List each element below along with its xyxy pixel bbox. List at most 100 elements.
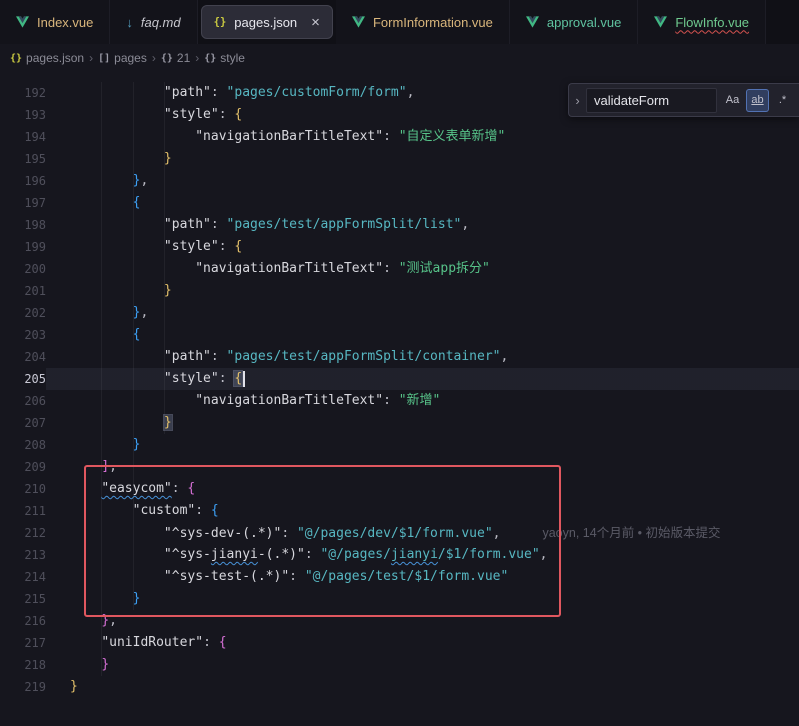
code-line-206[interactable]: 206 "navigationBarTitleText": "新增" bbox=[0, 390, 799, 412]
fold-column bbox=[46, 368, 70, 390]
code-text: }, bbox=[70, 170, 148, 192]
token bbox=[70, 591, 133, 606]
fold-column bbox=[46, 346, 70, 368]
json-file-icon: {} bbox=[10, 53, 22, 64]
token: , bbox=[407, 85, 415, 100]
code-line-214[interactable]: 214 "^sys-test-(.*)": "@/pages/test/$1/f… bbox=[0, 566, 799, 588]
tab-index-vue[interactable]: Index.vue bbox=[0, 0, 110, 44]
token: : bbox=[211, 85, 227, 100]
text-cursor bbox=[243, 371, 245, 387]
editor[interactable]: 192 "path": "pages/customForm/form",193 … bbox=[0, 72, 799, 726]
json-icon: {} bbox=[214, 16, 227, 28]
tab-pages-json[interactable]: {}pages.json× bbox=[201, 5, 333, 39]
code-line-210[interactable]: 210 "easycom": { bbox=[0, 478, 799, 500]
code-line-199[interactable]: 199 "style": { bbox=[0, 236, 799, 258]
line-number: 211 bbox=[0, 500, 46, 522]
vue-icon bbox=[526, 16, 539, 28]
tab-approval-vue[interactable]: approval.vue bbox=[510, 0, 638, 44]
token bbox=[70, 283, 164, 298]
code-line-194[interactable]: 194 "navigationBarTitleText": "自定义表单新增" bbox=[0, 126, 799, 148]
code-line-217[interactable]: 217 "uniIdRouter": { bbox=[0, 632, 799, 654]
find-input[interactable] bbox=[586, 88, 717, 113]
tab-forminformation-vue[interactable]: FormInformation.vue bbox=[336, 0, 510, 44]
breadcrumb-item-style[interactable]: {}style bbox=[204, 51, 245, 65]
breadcrumb-separator: › bbox=[152, 51, 156, 65]
code-text: } bbox=[70, 280, 172, 302]
tab-label: faq.md bbox=[141, 15, 181, 30]
token: { bbox=[187, 481, 195, 496]
match-case-toggle-icon[interactable]: Aa bbox=[721, 89, 744, 112]
token: : bbox=[383, 261, 399, 276]
token: ] bbox=[101, 459, 109, 474]
code-line-198[interactable]: 198 "path": "pages/test/appFormSplit/lis… bbox=[0, 214, 799, 236]
code-line-205[interactable]: 205 "style": { bbox=[0, 368, 799, 390]
code-text: } bbox=[70, 654, 109, 676]
code-line-196[interactable]: 196 }, bbox=[0, 170, 799, 192]
code-line-200[interactable]: 200 "navigationBarTitleText": "测试app拆分" bbox=[0, 258, 799, 280]
close-icon[interactable]: × bbox=[311, 15, 320, 30]
code-line-209[interactable]: 209 ], bbox=[0, 456, 799, 478]
token: "@/pages/dev/$1/form.vue" bbox=[297, 526, 493, 541]
tab-faq-md[interactable]: ↓faq.md bbox=[110, 0, 197, 44]
line-number: 216 bbox=[0, 610, 46, 632]
code-line-211[interactable]: 211 "custom": { bbox=[0, 500, 799, 522]
code-line-218[interactable]: 218 } bbox=[0, 654, 799, 676]
code-line-212[interactable]: 212 "^sys-dev-(.*)": "@/pages/dev/$1/for… bbox=[0, 522, 799, 544]
token bbox=[70, 569, 164, 584]
breadcrumb: {}pages.json›[]pages›{}21›{}style bbox=[0, 44, 799, 72]
token: : bbox=[195, 503, 211, 518]
fold-column bbox=[46, 632, 70, 654]
breadcrumb-item-pages-json[interactable]: {}pages.json bbox=[10, 51, 84, 65]
token bbox=[70, 415, 164, 430]
code-line-219[interactable]: 219} bbox=[0, 676, 799, 698]
code-line-215[interactable]: 215 } bbox=[0, 588, 799, 610]
token bbox=[70, 151, 164, 166]
line-number: 212 bbox=[0, 522, 46, 544]
fold-column bbox=[46, 126, 70, 148]
token bbox=[70, 217, 164, 232]
code-line-201[interactable]: 201 } bbox=[0, 280, 799, 302]
line-number: 214 bbox=[0, 566, 46, 588]
token: } bbox=[133, 437, 141, 452]
fold-column bbox=[46, 434, 70, 456]
breadcrumb-item-pages[interactable]: []pages bbox=[98, 51, 147, 65]
line-number: 208 bbox=[0, 434, 46, 456]
tab-flowinfo-vue[interactable]: FlowInfo.vue bbox=[638, 0, 766, 44]
code-line-216[interactable]: 216 }, bbox=[0, 610, 799, 632]
find-widget: › Aaab.* bbox=[568, 83, 799, 117]
code-line-202[interactable]: 202 }, bbox=[0, 302, 799, 324]
code-line-207[interactable]: 207 } bbox=[0, 412, 799, 434]
token bbox=[70, 195, 133, 210]
token: : bbox=[203, 635, 219, 650]
breadcrumb-item-21[interactable]: {}21 bbox=[161, 51, 190, 65]
token: "自定义表单新增" bbox=[399, 129, 506, 144]
fold-column bbox=[46, 610, 70, 632]
token: "style" bbox=[164, 239, 219, 254]
token: : bbox=[383, 129, 399, 144]
code-line-195[interactable]: 195 } bbox=[0, 148, 799, 170]
line-number: 200 bbox=[0, 258, 46, 280]
line-number: 217 bbox=[0, 632, 46, 654]
code-line-204[interactable]: 204 "path": "pages/test/appFormSplit/con… bbox=[0, 346, 799, 368]
line-number: 198 bbox=[0, 214, 46, 236]
token: "style" bbox=[164, 107, 219, 122]
whole-word-toggle-icon[interactable]: ab bbox=[746, 89, 769, 112]
breadcrumb-label: pages bbox=[114, 51, 147, 65]
code-line-213[interactable]: 213 "^sys-jianyi-(.*)": "@/pages/jianyi/… bbox=[0, 544, 799, 566]
vue-icon bbox=[654, 16, 667, 28]
find-options: Aaab.* bbox=[719, 89, 794, 112]
line-number: 205 bbox=[0, 368, 46, 390]
token: { bbox=[234, 239, 242, 254]
line-number: 192 bbox=[0, 82, 46, 104]
token: : bbox=[219, 371, 235, 386]
toggle-replace-chevron-icon[interactable]: › bbox=[569, 84, 586, 116]
code-text: }, bbox=[70, 302, 148, 324]
vue-icon bbox=[352, 16, 365, 28]
line-number: 215 bbox=[0, 588, 46, 610]
code-text: "path": "pages/test/appFormSplit/contain… bbox=[70, 346, 508, 368]
code-line-197[interactable]: 197 { bbox=[0, 192, 799, 214]
code-line-208[interactable]: 208 } bbox=[0, 434, 799, 456]
code-line-203[interactable]: 203 { bbox=[0, 324, 799, 346]
token: { bbox=[219, 635, 227, 650]
regex-toggle-icon[interactable]: .* bbox=[771, 89, 794, 112]
